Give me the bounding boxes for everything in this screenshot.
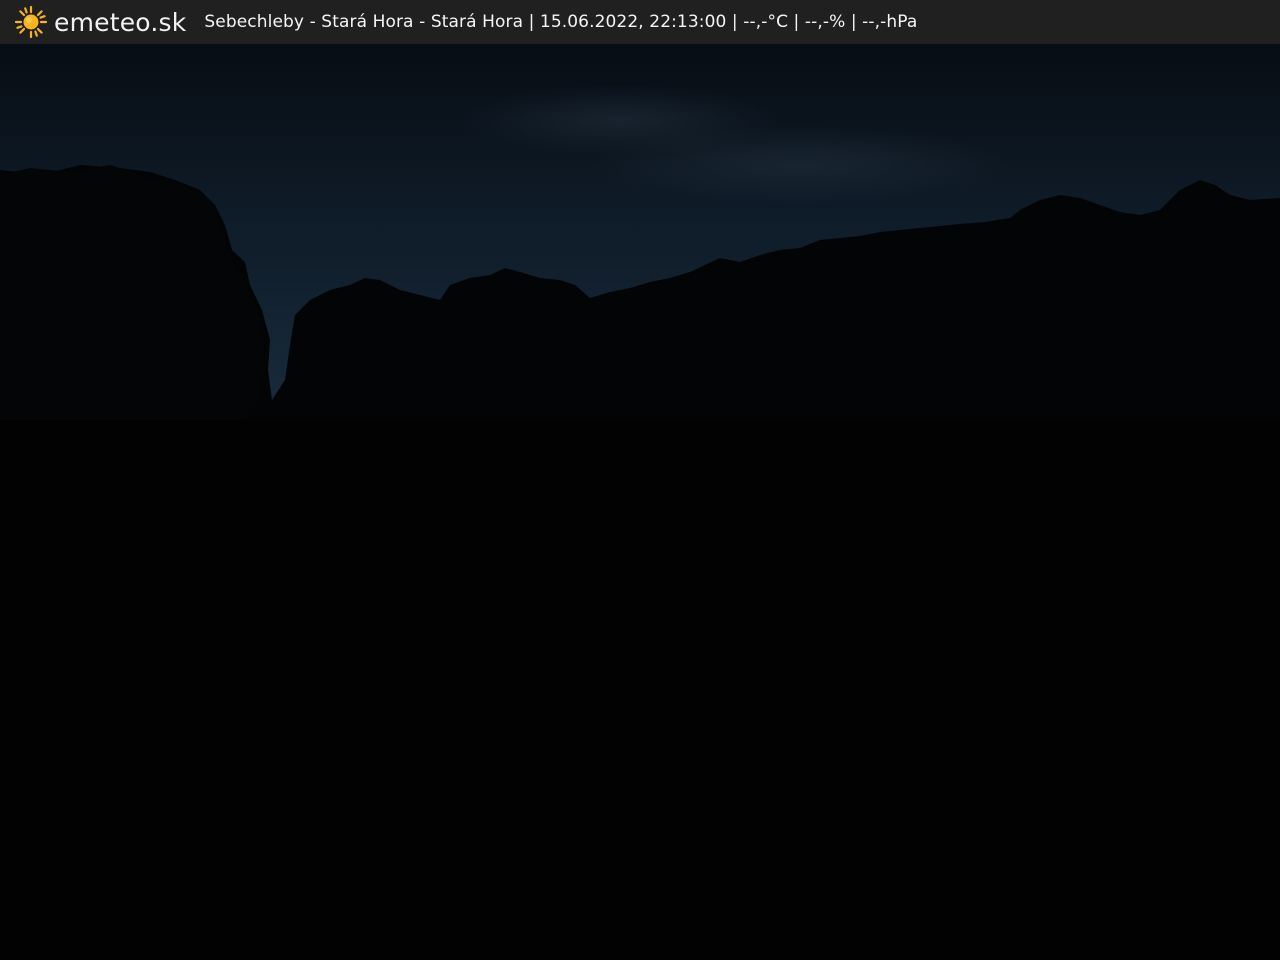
dark-foreground bbox=[0, 420, 1280, 960]
site-logo[interactable]: emeteo.sk bbox=[14, 0, 186, 44]
sun-icon bbox=[14, 5, 48, 39]
webcam-image bbox=[0, 44, 1280, 960]
brand-name: emeteo.sk bbox=[54, 7, 187, 37]
webcam-caption: Sebechleby - Stará Hora - Stará Hora | 1… bbox=[204, 12, 918, 32]
webcam-frame: emeteo.sk Sebechleby - Stará Hora - Star… bbox=[0, 0, 1280, 960]
info-bar: emeteo.sk Sebechleby - Stará Hora - Star… bbox=[0, 0, 1280, 44]
faint-cloud bbox=[460, 85, 780, 155]
